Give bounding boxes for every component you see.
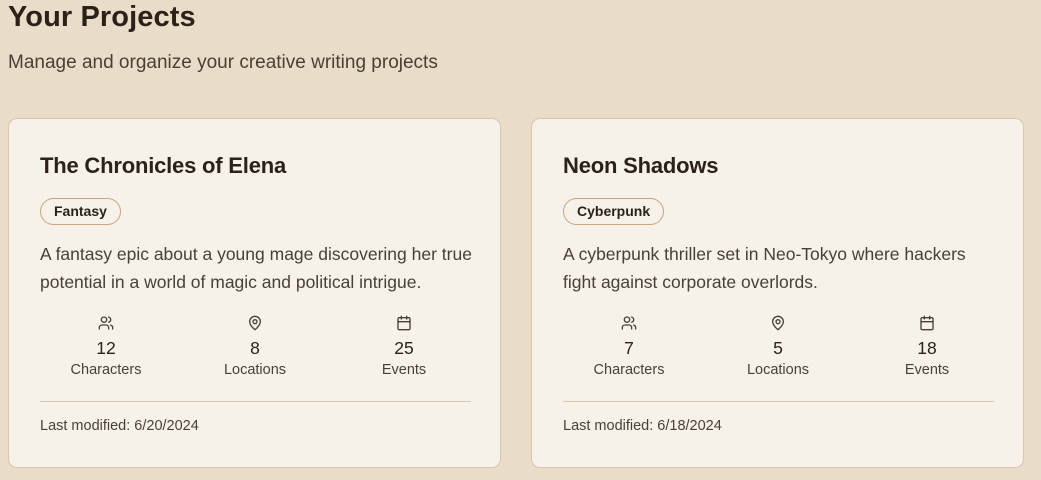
stat-label: Events xyxy=(381,362,427,378)
stat-value: 8 xyxy=(250,338,260,358)
card-divider xyxy=(40,401,471,402)
project-card[interactable]: The Chronicles of Elena Fantasy A fantas… xyxy=(8,118,501,468)
card-divider xyxy=(563,401,994,402)
stat-value: 18 xyxy=(917,338,937,358)
stat-label: Locations xyxy=(223,362,287,378)
stat-events: 25 Events xyxy=(339,315,469,379)
stat-label: Locations xyxy=(746,362,810,378)
stat-label: Events xyxy=(904,362,950,378)
stat-events: 18 Events xyxy=(862,315,992,379)
stat-label: Characters xyxy=(70,362,142,378)
stat-value: 25 xyxy=(394,338,414,358)
stat-locations: 5 Locations xyxy=(713,315,843,379)
users-icon xyxy=(41,315,171,331)
project-description: A cyberpunk thriller set in Neo-Tokyo wh… xyxy=(563,244,966,292)
last-modified: Last modified: 6/18/2024 xyxy=(563,418,722,434)
stat-value: 7 xyxy=(624,338,634,358)
genre-badge: Cyberpunk xyxy=(563,198,665,225)
last-modified: Last modified: 6/20/2024 xyxy=(40,418,199,434)
page-subtitle: Manage and organize your creative writin… xyxy=(8,52,438,73)
stat-label: Characters xyxy=(593,362,665,378)
map-pin-icon xyxy=(713,315,843,331)
genre-badge: Fantasy xyxy=(40,198,121,225)
project-stats: 7 Characters 5 Locations 18 Events xyxy=(563,315,994,381)
page-title: Your Projects xyxy=(8,1,196,33)
stat-value: 5 xyxy=(773,338,783,358)
stat-characters: 12 Characters xyxy=(41,315,171,379)
stat-characters: 7 Characters xyxy=(564,315,694,379)
project-title[interactable]: Neon Shadows xyxy=(563,153,718,179)
project-title[interactable]: The Chronicles of Elena xyxy=(40,153,286,179)
calendar-icon xyxy=(862,315,992,331)
project-stats: 12 Characters 8 Locations 25 Events xyxy=(40,315,471,381)
map-pin-icon xyxy=(190,315,320,331)
stat-locations: 8 Locations xyxy=(190,315,320,379)
project-description: A fantasy epic about a young mage discov… xyxy=(40,244,472,292)
stat-value: 12 xyxy=(96,338,116,358)
users-icon xyxy=(564,315,694,331)
project-card[interactable]: Neon Shadows Cyberpunk A cyberpunk thril… xyxy=(531,118,1024,468)
calendar-icon xyxy=(339,315,469,331)
